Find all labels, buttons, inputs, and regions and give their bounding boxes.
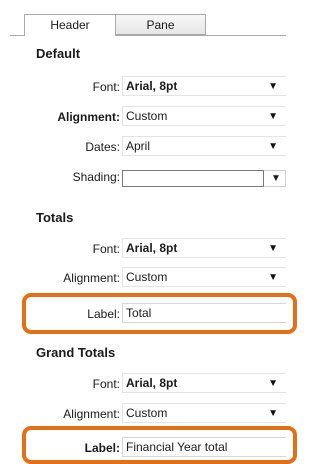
chevron-down-icon: ▼ [268, 111, 278, 122]
tab-header[interactable]: Header [24, 14, 116, 36]
chevron-down-icon: ▼ [268, 243, 278, 254]
default-alignment-dropdown[interactable]: Custom ▼ [122, 106, 286, 126]
default-alignment-label: Alignment: [57, 110, 120, 124]
totals-alignment-value: Custom [126, 270, 168, 284]
default-alignment-value: Custom [126, 109, 168, 123]
totals-alignment-dropdown[interactable]: Custom ▼ [122, 267, 286, 287]
default-font-label: Font: [92, 80, 120, 94]
grand-totals-alignment-dropdown[interactable]: Custom ▼ [122, 403, 286, 423]
section-title-default: Default [36, 46, 81, 61]
chevron-down-icon: ▼ [268, 408, 278, 419]
default-dates-label: Dates: [85, 140, 120, 154]
chevron-down-icon: ▼ [268, 141, 278, 152]
chevron-down-icon: ▼ [268, 272, 278, 283]
default-dates-dropdown[interactable]: April ▼ [122, 136, 286, 156]
grand-totals-font-dropdown[interactable]: Arial, 8pt ▼ [122, 373, 286, 393]
grand-totals-font-value: Arial, 8pt [126, 376, 178, 390]
chevron-down-icon: ▼ [268, 81, 278, 92]
section-title-grand-totals: Grand Totals [36, 345, 116, 360]
grand-totals-alignment-label: Alignment: [63, 407, 120, 421]
chevron-down-icon: ▼ [268, 378, 278, 389]
totals-alignment-label: Alignment: [63, 271, 120, 285]
chevron-down-icon: ▼ [271, 173, 281, 184]
default-dates-value: April [126, 139, 151, 153]
default-font-dropdown[interactable]: Arial, 8pt ▼ [122, 76, 286, 96]
grand-totals-font-label: Font: [92, 377, 120, 391]
totals-label-highlight [22, 293, 297, 334]
totals-font-value: Arial, 8pt [126, 241, 178, 255]
totals-font-label: Font: [92, 242, 120, 256]
tab-strip: Header Pane [0, 0, 286, 36]
totals-font-dropdown[interactable]: Arial, 8pt ▼ [122, 238, 286, 258]
default-shading-label: Shading: [72, 170, 120, 184]
section-title-totals: Totals [36, 210, 74, 225]
shading-color-swatch[interactable] [122, 170, 264, 187]
default-font-value: Arial, 8pt [126, 79, 178, 93]
tab-pane[interactable]: Pane [116, 14, 206, 35]
grand-totals-alignment-value: Custom [126, 406, 168, 420]
shading-dropdown-button[interactable]: ▼ [264, 170, 286, 187]
grand-totals-label-highlight [22, 426, 297, 464]
